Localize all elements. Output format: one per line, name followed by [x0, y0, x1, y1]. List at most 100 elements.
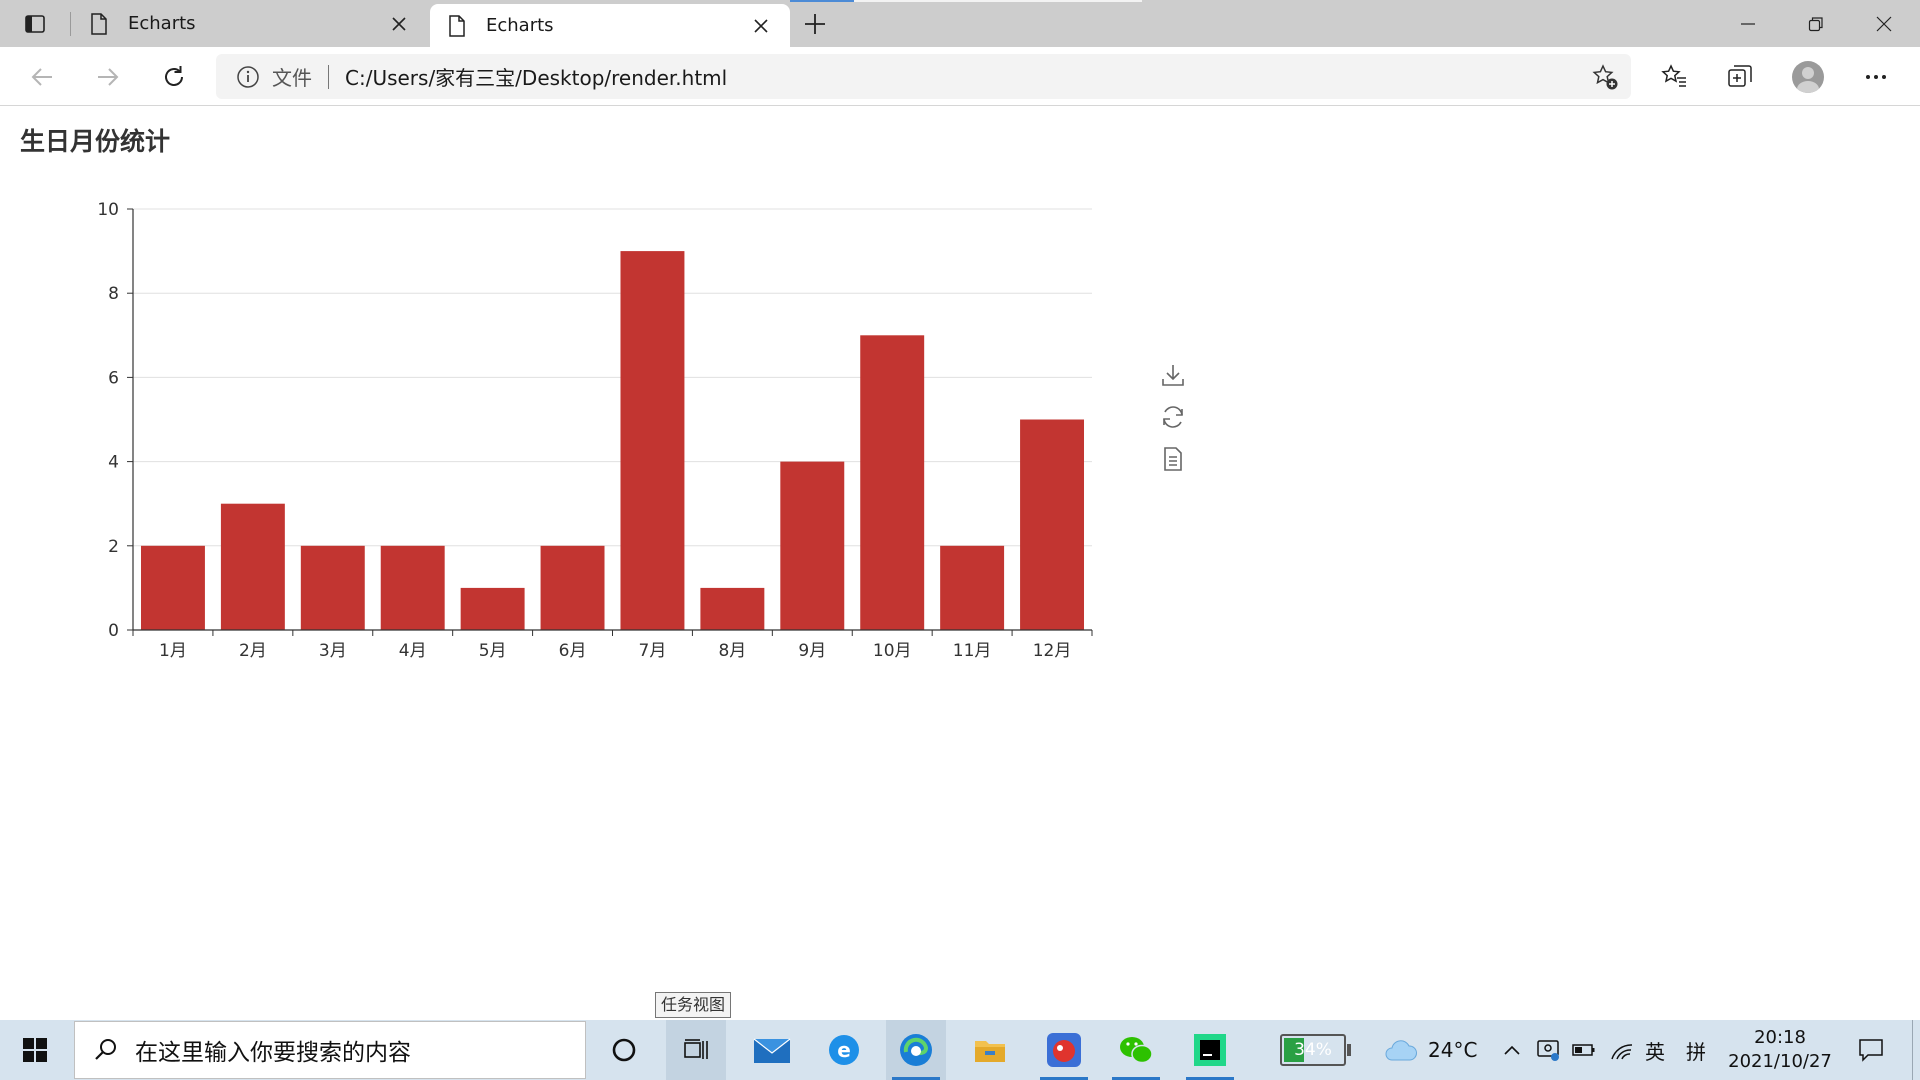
close-tab-icon[interactable] — [750, 15, 772, 37]
info-icon[interactable] — [236, 65, 260, 89]
edge-icon — [900, 1034, 932, 1066]
pycharm-app[interactable] — [1180, 1020, 1240, 1080]
bar — [860, 335, 925, 630]
y-tick-label: 0 — [108, 621, 119, 641]
y-tick-label: 10 — [97, 200, 119, 220]
browser-toolbar: 文件 C:/Users/家有三宝/Desktop/render.html — [0, 47, 1920, 106]
ie-app[interactable]: e — [814, 1020, 874, 1080]
battery-indicator[interactable]: 34% — [1280, 1034, 1351, 1066]
tab-actions-button[interactable] — [0, 0, 70, 47]
task-view-icon — [684, 1039, 708, 1059]
notification-button[interactable] — [1846, 1020, 1896, 1080]
y-tick-label: 2 — [108, 537, 119, 557]
y-tick-label: 8 — [108, 284, 119, 304]
settings-more-button[interactable] — [1856, 57, 1896, 97]
favorites-icon — [1661, 64, 1686, 87]
bar — [1020, 419, 1085, 630]
clock[interactable]: 20:18 2021/10/27 — [1724, 1020, 1836, 1080]
bar — [700, 587, 765, 630]
show-desktop-button[interactable] — [1912, 1020, 1920, 1080]
cortana-icon — [612, 1038, 636, 1062]
collections-icon — [1728, 65, 1752, 87]
edge-app[interactable] — [886, 1020, 946, 1080]
game-app-icon — [1047, 1033, 1081, 1067]
x-tick-label: 2月 — [239, 641, 267, 661]
task-view-button[interactable] — [666, 1020, 726, 1080]
chevron-up-icon — [1504, 1045, 1520, 1055]
tab-echarts-1[interactable]: Echarts — [72, 0, 428, 47]
cloud-icon — [1385, 1040, 1417, 1061]
add-favorite-icon[interactable] — [1587, 59, 1623, 95]
folder-icon — [975, 1041, 1005, 1062]
tray-expand-button[interactable] — [1500, 1020, 1524, 1080]
arrow-right-icon — [98, 68, 119, 86]
mail-icon — [753, 1038, 791, 1063]
tab-separator — [70, 12, 71, 36]
back-button[interactable] — [22, 57, 62, 97]
minimize-button[interactable] — [1714, 0, 1782, 47]
bar — [620, 251, 685, 630]
close-window-button[interactable] — [1850, 0, 1918, 47]
chart-toolbox — [1158, 360, 1188, 486]
tab-title: Echarts — [486, 15, 554, 36]
restore-icon — [1808, 16, 1823, 31]
bar-chart: 0 2 4 6 8 10 1月 2月 3月 4月 5月 6月 7月 8月 9月 10月 11月 12月 — [97, 200, 1093, 661]
weather-widget[interactable] — [1376, 1020, 1426, 1080]
close-icon — [1876, 16, 1892, 31]
task-view-tooltip: 任务视图 — [655, 992, 732, 1018]
x-tick-label: 10月 — [873, 641, 912, 661]
y-tick-label: 6 — [108, 368, 119, 388]
restore-button[interactable] — [1782, 0, 1850, 47]
url-text[interactable]: C:/Users/家有三宝/Desktop/render.html — [345, 62, 1587, 91]
bar — [380, 545, 445, 630]
windows-icon — [23, 1038, 47, 1062]
refresh-button[interactable] — [154, 57, 194, 97]
x-tick-label: 12月 — [1033, 641, 1072, 661]
close-tab-icon[interactable] — [388, 13, 410, 35]
x-tick-label: 6月 — [559, 641, 587, 661]
x-tick-label: 7月 — [639, 641, 667, 661]
download-icon[interactable] — [1158, 360, 1188, 390]
ime-language[interactable]: 英 — [1645, 1020, 1665, 1080]
bar — [780, 461, 845, 630]
tab-loading-bar — [790, 0, 1142, 2]
collections-button[interactable] — [1720, 57, 1760, 97]
minimize-icon — [1741, 22, 1755, 25]
refresh-icon — [165, 66, 183, 86]
notification-icon — [1859, 1039, 1883, 1062]
plus-icon — [805, 14, 825, 34]
app-red-game[interactable] — [1034, 1020, 1094, 1080]
power-icon-button[interactable] — [1566, 1020, 1602, 1080]
x-tick-label: 8月 — [718, 641, 746, 661]
new-tab-button[interactable] — [798, 8, 832, 40]
data-view-icon[interactable] — [1158, 444, 1188, 474]
taskbar: 在这里输入你要搜索的内容 e 34% 24°C 英 拼 20:18 2021/1… — [0, 1020, 1920, 1080]
ime-mode[interactable]: 拼 — [1686, 1020, 1706, 1080]
tab-actions-icon — [25, 14, 45, 33]
taskbar-search-box[interactable]: 在这里输入你要搜索的内容 — [74, 1021, 586, 1079]
ide-icon — [1194, 1034, 1226, 1066]
cortana-button[interactable] — [594, 1020, 654, 1080]
svg-text:e: e — [837, 1038, 851, 1062]
battery-percent: 34% — [1294, 1040, 1332, 1060]
avatar — [1792, 61, 1824, 93]
tab-echarts-2[interactable]: Echarts — [430, 4, 790, 47]
x-tick-label: 1月 — [159, 641, 187, 661]
search-placeholder: 在这里输入你要搜索的内容 — [135, 1040, 411, 1066]
file-explorer-app[interactable] — [960, 1020, 1020, 1080]
wifi-button[interactable] — [1604, 1020, 1640, 1080]
forward-button[interactable] — [88, 57, 128, 97]
clock-date: 2021/10/27 — [1728, 1051, 1832, 1072]
bar — [300, 545, 365, 630]
tray-app-icon[interactable] — [1530, 1020, 1566, 1080]
browser-e-icon: e — [829, 1035, 859, 1065]
mail-app[interactable] — [742, 1020, 802, 1080]
wechat-app[interactable] — [1106, 1020, 1166, 1080]
profile-button[interactable] — [1788, 57, 1828, 97]
start-button[interactable] — [0, 1020, 70, 1080]
favorites-button[interactable] — [1654, 57, 1694, 97]
document-icon — [91, 12, 107, 35]
address-bar[interactable]: 文件 C:/Users/家有三宝/Desktop/render.html — [216, 54, 1631, 99]
refresh-icon[interactable] — [1158, 402, 1188, 432]
weather-temp: 24°C — [1428, 1038, 1478, 1062]
